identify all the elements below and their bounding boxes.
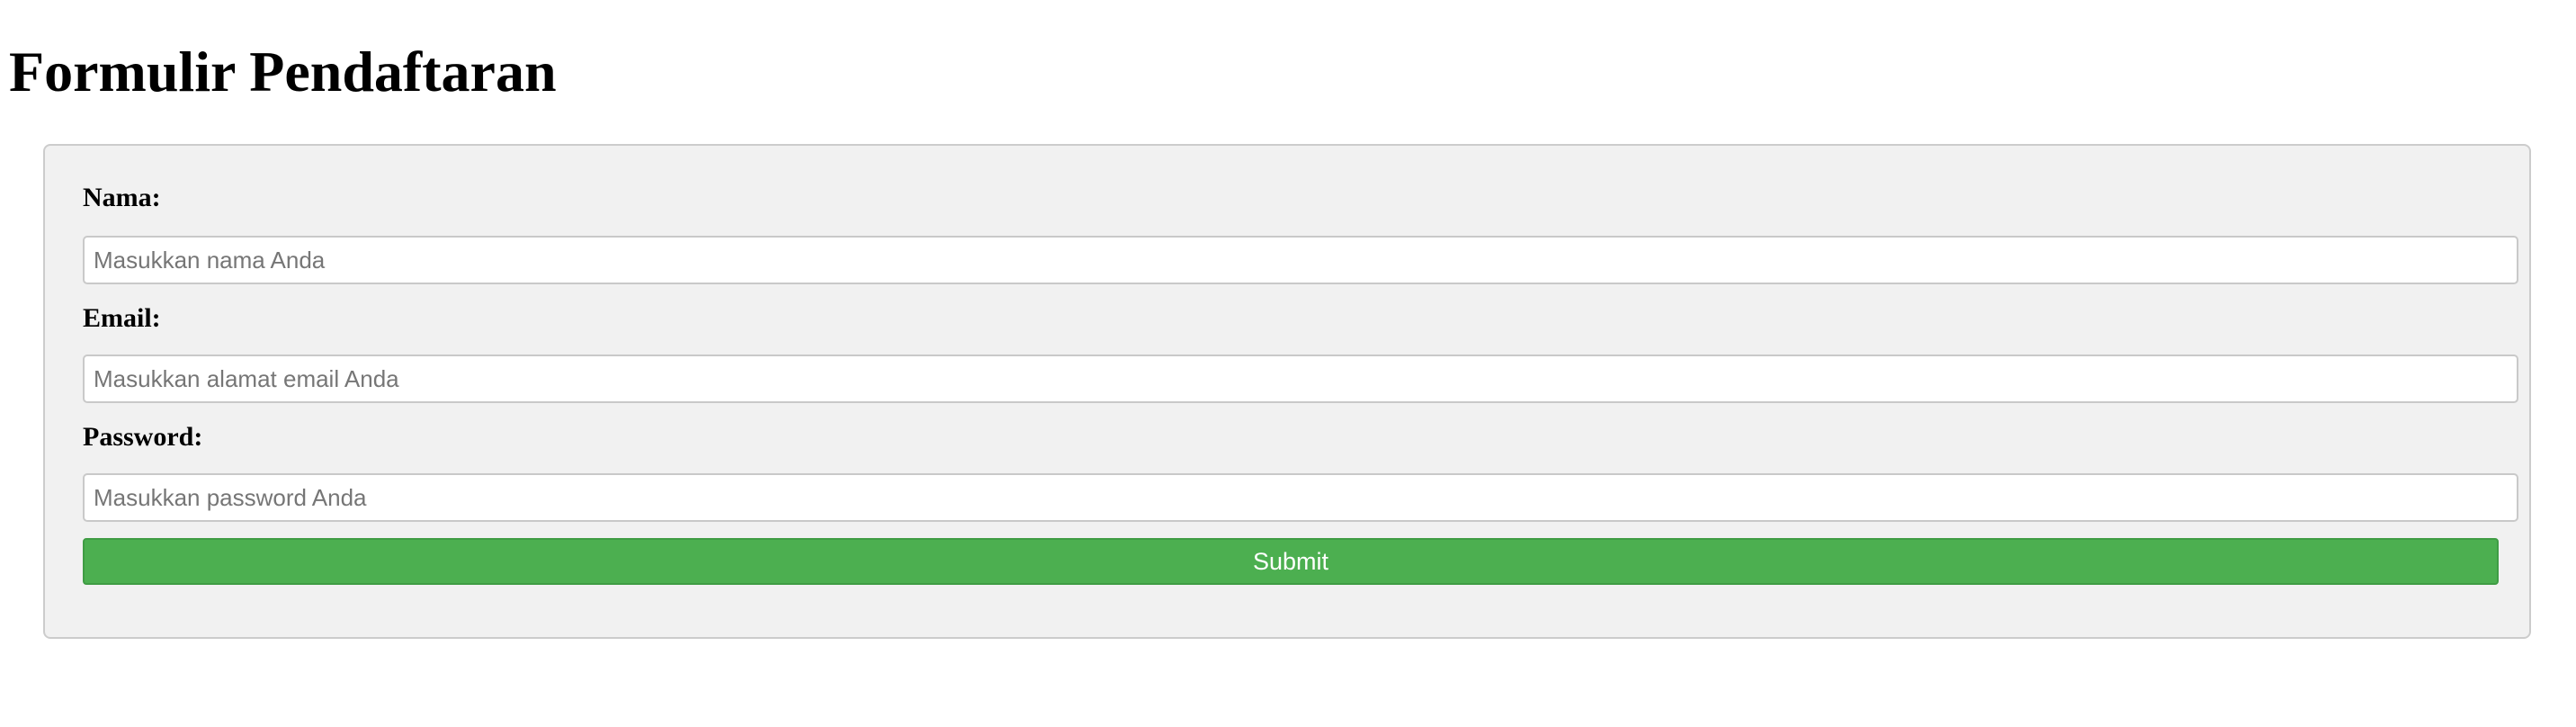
password-label: Password: <box>83 422 203 452</box>
email-input[interactable] <box>83 355 2518 403</box>
password-input[interactable] <box>83 473 2518 522</box>
name-input[interactable] <box>83 236 2518 284</box>
name-label: Nama: <box>83 183 161 212</box>
email-label: Email: <box>83 303 161 333</box>
registration-form: Nama: Email: Password: Submit <box>43 144 2531 639</box>
submit-button[interactable]: Submit <box>83 538 2499 585</box>
page-title: Formulir Pendaftaran <box>9 40 557 103</box>
